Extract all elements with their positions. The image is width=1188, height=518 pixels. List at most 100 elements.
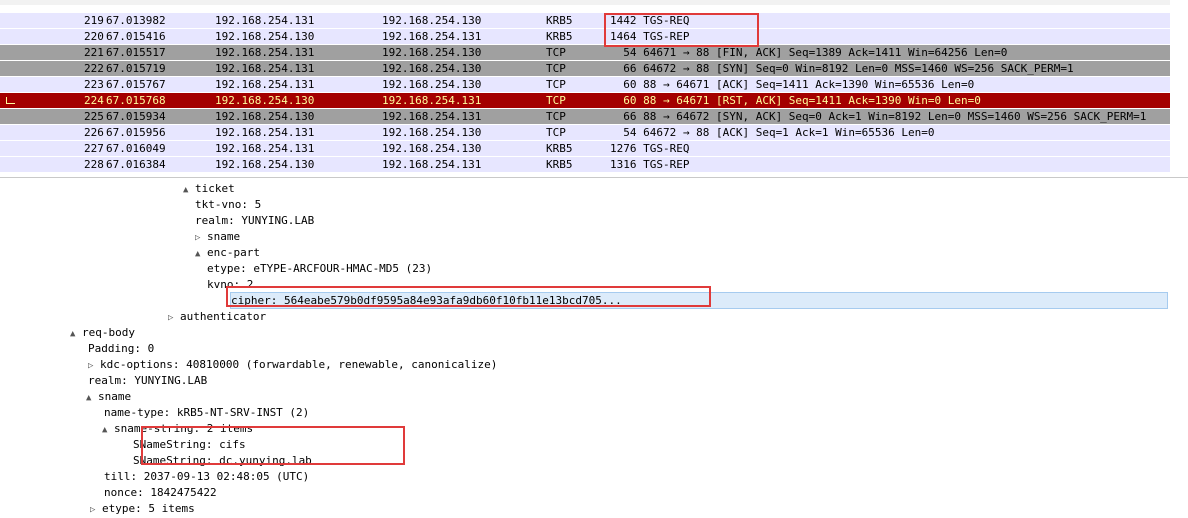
- packet-destination: 192.168.254.130: [382, 142, 482, 155]
- tree-node-label: realm: YUNYING.LAB: [88, 374, 208, 387]
- packet-info: 54 64672 → 88 [ACK] Seq=1 Ack=1 Win=6553…: [610, 126, 935, 139]
- expanded-arrow-icon[interactable]: ▲: [70, 327, 82, 342]
- column-header-strip: [0, 0, 1170, 5]
- tree-node-label: req-body: [82, 326, 135, 339]
- expanded-arrow-icon[interactable]: ▲: [86, 391, 98, 406]
- packet-row[interactable]: 227 67.016049 192.168.254.131 192.168.254.1…: [0, 141, 1170, 156]
- packet-row[interactable]: 226 67.015956 192.168.254.131 192.168.254.1…: [0, 125, 1170, 140]
- collapsed-arrow-icon[interactable]: ▷: [88, 359, 100, 374]
- tree-node[interactable]: ▷ sname: [195, 229, 240, 244]
- packet-destination: 192.168.254.131: [382, 158, 482, 171]
- tree-node-label: Padding: 0: [88, 342, 155, 355]
- tree-node-label: kdc-options: 40810000 (forwardable, rene…: [100, 358, 498, 371]
- tree-node[interactable]: Padding: 0: [88, 341, 154, 356]
- packet-info: 1276 TGS-REQ: [610, 142, 690, 155]
- packet-source: 192.168.254.131: [215, 78, 315, 91]
- packet-time: 67.013982: [106, 14, 166, 27]
- tree-node[interactable]: ▷ authenticator: [168, 309, 266, 324]
- packet-destination: 192.168.254.130: [382, 62, 482, 75]
- packet-time: 67.016384: [106, 158, 166, 171]
- tree-node[interactable]: ▲ ticket: [183, 181, 235, 196]
- packet-source: 192.168.254.130: [215, 94, 315, 107]
- tree-node-label: enc-part: [207, 246, 260, 259]
- packet-row[interactable]: 221 67.015517 192.168.254.131 192.168.254.1…: [0, 45, 1170, 60]
- packet-info: 60 88 → 64671 [RST, ACK] Seq=1411 Ack=13…: [610, 94, 981, 107]
- expanded-arrow-icon[interactable]: ▲: [183, 183, 195, 198]
- tree-node-label: sname: [207, 230, 241, 243]
- packet-number: 219: [84, 14, 104, 27]
- packet-row[interactable]: 222 67.015719 192.168.254.131 192.168.254.1…: [0, 61, 1170, 76]
- packet-protocol: KRB5: [546, 142, 573, 155]
- packet-row[interactable]: 224 67.015768 192.168.254.130 192.168.254.1…: [0, 93, 1170, 108]
- packet-number: 222: [84, 62, 104, 75]
- tree-node-label: etype: eTYPE-ARCFOUR-HMAC-MD5 (23): [207, 262, 433, 275]
- tree-node-label: nonce: 1842475422: [104, 486, 217, 499]
- packet-info: 1316 TGS-REP: [610, 158, 690, 171]
- packet-number: 223: [84, 78, 104, 91]
- tree-node[interactable]: tkt-vno: 5: [195, 197, 261, 212]
- packet-destination: 192.168.254.130: [382, 46, 482, 59]
- packet-number: 226: [84, 126, 104, 139]
- packet-time: 67.015768: [106, 94, 166, 107]
- packet-time: 67.015517: [106, 46, 166, 59]
- packet-destination: 192.168.254.130: [382, 126, 482, 139]
- packet-source: 192.168.254.131: [215, 142, 315, 155]
- packet-source: 192.168.254.131: [215, 126, 315, 139]
- packet-source: 192.168.254.131: [215, 14, 315, 27]
- tree-node[interactable]: etype: eTYPE-ARCFOUR-HMAC-MD5 (23): [207, 261, 432, 276]
- packet-time: 67.015956: [106, 126, 166, 139]
- tree-node[interactable]: name-type: kRB5-NT-SRV-INST (2): [104, 405, 309, 420]
- packet-info: 60 88 → 64671 [ACK] Seq=1411 Ack=1390 Wi…: [610, 78, 975, 91]
- tree-node-label: sname: [98, 390, 132, 403]
- tree-node[interactable]: till: 2037-09-13 02:48:05 (UTC): [104, 469, 309, 484]
- packet-number: 221: [84, 46, 104, 59]
- packet-protocol: TCP: [546, 62, 566, 75]
- packet-time: 67.015934: [106, 110, 166, 123]
- packet-time: 67.016049: [106, 142, 166, 155]
- tree-node-label: etype: 5 items: [102, 502, 195, 515]
- tree-node[interactable]: ▷ etype: 5 items: [90, 501, 195, 516]
- packet-protocol: KRB5: [546, 14, 573, 27]
- tree-node[interactable]: ▲ enc-part: [195, 245, 260, 260]
- collapsed-arrow-icon[interactable]: ▷: [195, 231, 207, 246]
- packet-protocol: KRB5: [546, 30, 573, 43]
- packet-destination: 192.168.254.130: [382, 78, 482, 91]
- packet-row[interactable]: 228 67.016384 192.168.254.130 192.168.254.1…: [0, 157, 1170, 172]
- packet-source: 192.168.254.131: [215, 46, 315, 59]
- packet-row[interactable]: 220 67.015416 192.168.254.130 192.168.254.1…: [0, 29, 1170, 44]
- expanded-arrow-icon[interactable]: ▲: [102, 423, 114, 438]
- tree-node-label: till: 2037-09-13 02:48:05 (UTC): [104, 470, 310, 483]
- tree-node[interactable]: realm: YUNYING.LAB: [88, 373, 207, 388]
- packet-row[interactable]: 223 67.015767 192.168.254.131 192.168.254.1…: [0, 77, 1170, 92]
- highlight-tgs-box: [604, 13, 759, 47]
- packet-protocol: TCP: [546, 46, 566, 59]
- tree-node[interactable]: nonce: 1842475422: [104, 485, 217, 500]
- tree-node[interactable]: ▷ kdc-options: 40810000 (forwardable, ren…: [88, 357, 497, 372]
- tree-node[interactable]: realm: YUNYING.LAB: [195, 213, 314, 228]
- packet-info: 66 88 → 64672 [SYN, ACK] Seq=0 Ack=1 Win…: [610, 110, 1147, 123]
- tree-node[interactable]: ▲ sname: [86, 389, 131, 404]
- packet-row[interactable]: 219 67.013982 192.168.254.131 192.168.254.1…: [0, 13, 1170, 28]
- packet-source: 192.168.254.130: [215, 30, 315, 43]
- packet-number: 227: [84, 142, 104, 155]
- collapsed-arrow-icon[interactable]: ▷: [90, 503, 102, 518]
- packet-info: 54 64671 → 88 [FIN, ACK] Seq=1389 Ack=14…: [610, 46, 1008, 59]
- tree-node-label: ticket: [195, 182, 235, 195]
- packet-row[interactable]: 225 67.015934 192.168.254.130 192.168.254.1…: [0, 109, 1170, 124]
- tree-node-label: realm: YUNYING.LAB: [195, 214, 315, 227]
- packet-destination: 192.168.254.130: [382, 14, 482, 27]
- packet-time: 67.015416: [106, 30, 166, 43]
- collapsed-arrow-icon[interactable]: ▷: [168, 311, 180, 326]
- packet-protocol: TCP: [546, 78, 566, 91]
- packet-source: 192.168.254.131: [215, 62, 315, 75]
- packet-destination: 192.168.254.131: [382, 94, 482, 107]
- tree-node[interactable]: ▲ req-body: [70, 325, 135, 340]
- tree-node-label: name-type: kRB5-NT-SRV-INST (2): [104, 406, 310, 419]
- packet-number: 228: [84, 158, 104, 171]
- expanded-arrow-icon[interactable]: ▲: [195, 247, 207, 262]
- highlight-cipher-box: [226, 286, 711, 307]
- tree-node-label: tkt-vno: 5: [195, 198, 262, 211]
- packet-destination: 192.168.254.131: [382, 110, 482, 123]
- packet-protocol: TCP: [546, 126, 566, 139]
- packet-protocol: TCP: [546, 94, 566, 107]
